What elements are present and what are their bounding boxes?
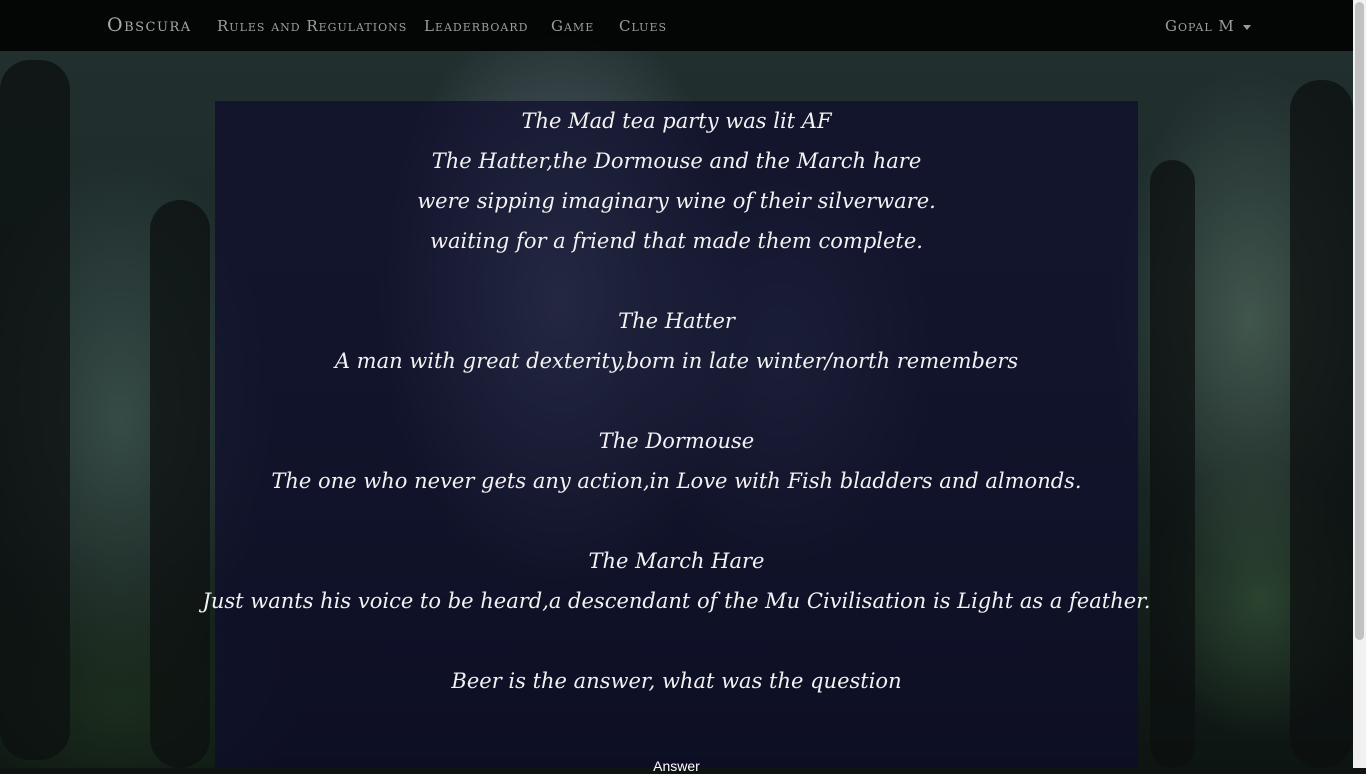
dormouse-clue: The one who never gets any action,in Lov… bbox=[271, 469, 1082, 493]
nav-clues[interactable]: Clues bbox=[619, 15, 667, 37]
user-dropdown[interactable]: Gopal M bbox=[1165, 15, 1251, 37]
riddle-text: The Mad tea party was lit AF The Hatter,… bbox=[0, 101, 1353, 701]
riddle-line: The Hatter,the Dormouse and the March ha… bbox=[431, 149, 922, 173]
riddle-line: The Mad tea party was lit AF bbox=[521, 109, 832, 133]
user-name: Gopal M bbox=[1165, 17, 1235, 35]
answer-label: Answer bbox=[653, 758, 700, 774]
dormouse-title: The Dormouse bbox=[598, 429, 755, 453]
page-scrollbar[interactable] bbox=[1353, 0, 1366, 768]
nav-game[interactable]: Game bbox=[551, 15, 594, 37]
caret-down-icon bbox=[1242, 24, 1251, 30]
scrollbar-thumb[interactable] bbox=[1355, 2, 1364, 640]
hatter-clue: A man with great dexterity,born in late … bbox=[334, 349, 1019, 373]
closing-line: Beer is the answer, what was the questio… bbox=[451, 669, 902, 693]
hatter-title: The Hatter bbox=[618, 309, 735, 333]
nav-leaderboard[interactable]: Leaderboard bbox=[424, 15, 528, 37]
nav-rules[interactable]: Rules and Regulations bbox=[217, 15, 407, 37]
brand-link[interactable]: Obscura bbox=[107, 14, 192, 36]
riddle-line: were sipping imaginary wine of their sil… bbox=[417, 189, 936, 213]
riddle-line: waiting for a friend that made them comp… bbox=[430, 229, 923, 253]
march-hare-title: The March Hare bbox=[588, 549, 765, 573]
march-hare-clue: Just wants his voice to be heard,a desce… bbox=[202, 589, 1151, 613]
top-navbar: Obscura Rules and Regulations Leaderboar… bbox=[0, 0, 1353, 51]
